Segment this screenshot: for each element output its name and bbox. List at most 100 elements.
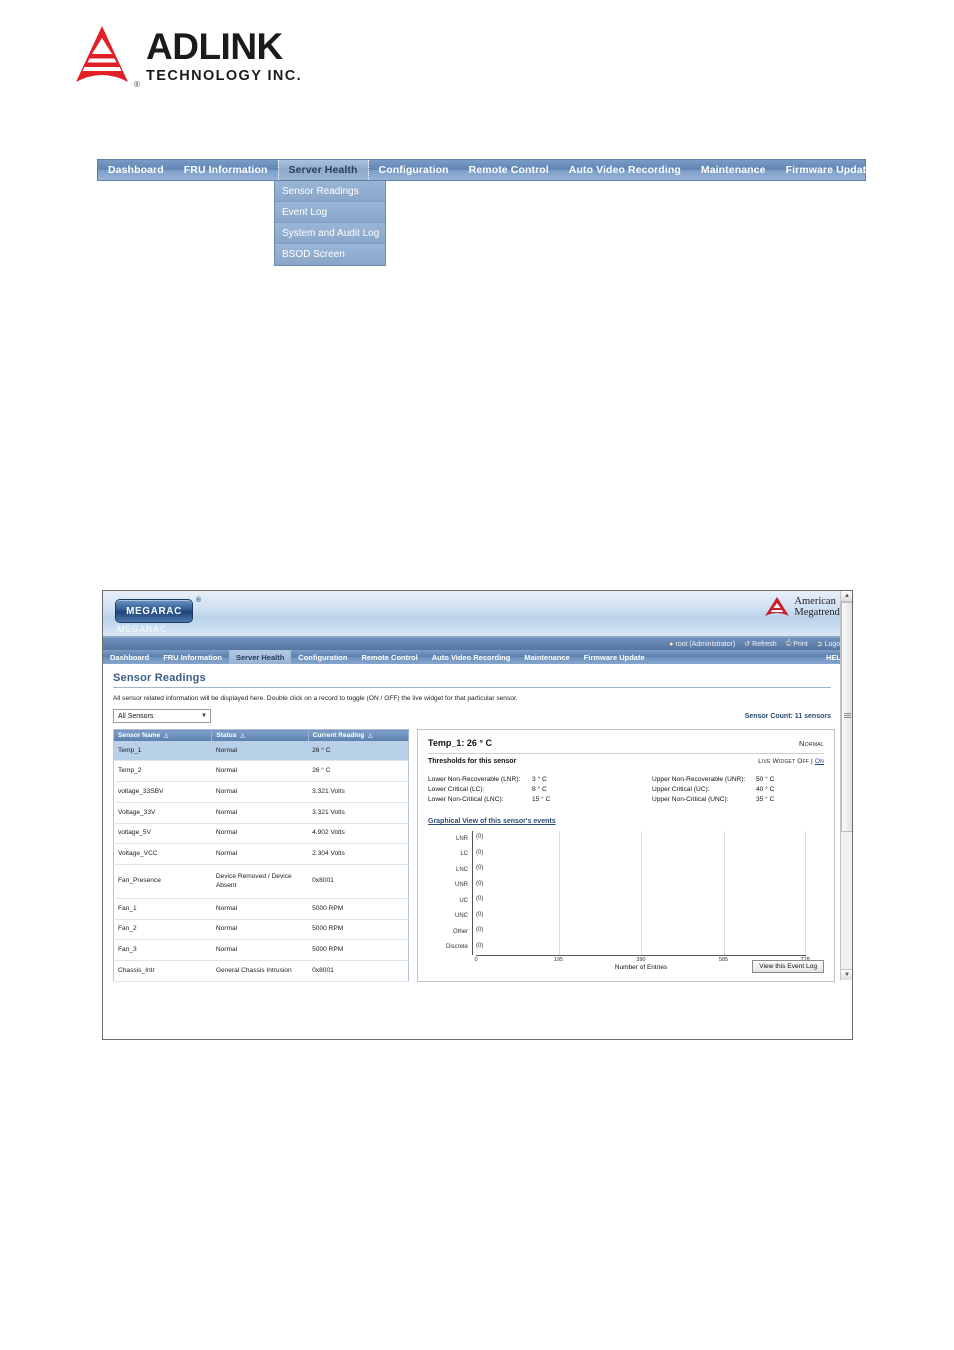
chart-category-label: Discrete bbox=[445, 944, 468, 951]
menu-item-system-and-audit-log[interactable]: System and Audit Log bbox=[275, 223, 385, 244]
vendor-line-2: Megatrends bbox=[794, 607, 844, 619]
cell-sensor-name: Fan_2 bbox=[113, 919, 212, 941]
app-nav-fru-information[interactable]: FRU Information bbox=[156, 650, 229, 664]
menu-item-sensor-readings[interactable]: Sensor Readings bbox=[275, 181, 385, 202]
threshold-uc-value: 40 ° C bbox=[756, 786, 775, 793]
chart-x-tick-label: 0 bbox=[474, 957, 478, 963]
thresholds-label: Thresholds for this sensor bbox=[428, 758, 517, 765]
menu-item-event-log[interactable]: Event Log bbox=[275, 202, 385, 223]
table-row[interactable]: voltage_33SBV Normal 3.321 Volts bbox=[113, 781, 409, 803]
table-row[interactable]: Temp_1 Normal 26 ° C bbox=[113, 741, 409, 762]
table-row[interactable]: Fan_2 Normal 5000 RPM bbox=[113, 919, 409, 941]
app-nav-firmware-update[interactable]: Firmware Update bbox=[577, 650, 652, 664]
cell-sensor-name: Voltage_VCC bbox=[113, 843, 212, 866]
nav-item-fru-information[interactable]: FRU Information bbox=[174, 160, 278, 180]
column-header-current-reading[interactable]: Current Reading △ bbox=[308, 729, 410, 741]
sensor-filter-select[interactable]: All Sensors ▼ bbox=[113, 709, 211, 723]
threshold-lnr: Lower Non-Recoverable (LNR): 3 ° C bbox=[428, 776, 626, 783]
cell-status: Normal bbox=[211, 781, 309, 803]
nav-item-remote-control[interactable]: Remote Control bbox=[459, 160, 559, 180]
thresholds-row: Thresholds for this sensor Live Widget O… bbox=[428, 758, 824, 765]
print-button[interactable]: ⎙ Print bbox=[786, 640, 808, 648]
scrollbar-thumb[interactable] bbox=[841, 602, 852, 832]
chart-value-label: (0) bbox=[476, 880, 484, 887]
chart-rows: LNR (0) LC (0) LNC (0) UNR (0) UC (0) UNC (0) Other (… bbox=[428, 831, 824, 955]
nav-item-firmware-update[interactable]: Firmware Update bbox=[776, 160, 883, 180]
chart-row: UNC (0) bbox=[428, 908, 824, 924]
view-this-event-log-button[interactable]: View this Event Log bbox=[752, 960, 824, 973]
app-nav-server-health[interactable]: Server Health bbox=[228, 650, 292, 664]
app-nav-remote-control[interactable]: Remote Control bbox=[354, 650, 424, 664]
sort-arrow-icon: △ bbox=[368, 733, 373, 739]
cell-reading: 4.902 Volts bbox=[308, 823, 409, 845]
column-header-status[interactable]: Status △ bbox=[211, 729, 309, 741]
table-row[interactable]: Chassis_Intr General Chassis Intrusion 0… bbox=[113, 960, 409, 982]
cell-status: Normal bbox=[211, 823, 309, 845]
table-row[interactable]: Temp_2 Normal 26 ° C bbox=[113, 760, 409, 783]
cell-status: Normal bbox=[211, 802, 309, 824]
table-row[interactable]: voltage_5V Normal 4.902 Volts bbox=[113, 823, 409, 845]
vertical-scrollbar[interactable]: ▲ ▼ bbox=[840, 591, 852, 980]
app-nav-maintenance[interactable]: Maintenance bbox=[517, 650, 576, 664]
nav-item-configuration[interactable]: Configuration bbox=[369, 160, 459, 180]
chart-value-label: (0) bbox=[476, 942, 484, 949]
lower-thresholds: Lower Non-Recoverable (LNR): 3 ° C Lower… bbox=[428, 776, 626, 806]
app-nav-auto-video-recording[interactable]: Auto Video Recording bbox=[425, 650, 518, 664]
brand-tagline: TECHNOLOGY INC. bbox=[146, 68, 303, 84]
american-megatrends-wordmark: American Megatrends bbox=[794, 596, 844, 618]
table-row[interactable]: Fan_Presence Device Removed / Device Abs… bbox=[113, 864, 409, 899]
table-row[interactable]: Fan_1 Normal 5000 RPM bbox=[113, 898, 409, 920]
cell-reading: 5000 RPM bbox=[308, 898, 409, 920]
content-row: Sensor Name△ Status△ Current Reading△ bbox=[113, 729, 835, 982]
brand-name: ADLINK bbox=[146, 26, 283, 67]
cell-status: Normal bbox=[211, 919, 309, 941]
menu-item-bsod-screen[interactable]: BSOD Screen bbox=[275, 244, 385, 265]
cell-reading: 5000 RPM bbox=[308, 939, 409, 962]
live-widget-on-option[interactable]: On bbox=[815, 758, 824, 765]
cell-status: Normal bbox=[211, 741, 309, 762]
nav-item-server-health[interactable]: Server Health bbox=[277, 160, 369, 180]
cell-status: Normal bbox=[211, 939, 309, 962]
page-description: All sensor related information will be d… bbox=[113, 695, 518, 702]
divider bbox=[428, 753, 824, 754]
scroll-down-arrow-icon[interactable]: ▼ bbox=[841, 969, 852, 980]
threshold-unc: Upper Non-Critical (UNC): 35 ° C bbox=[652, 796, 824, 803]
table-row[interactable]: Voltage_VCC Normal 2.304 Volts bbox=[113, 843, 409, 866]
nav-item-dashboard[interactable]: Dashboard bbox=[98, 160, 174, 180]
upper-thresholds: Upper Non-Recoverable (UNR): 50 ° C Uppe… bbox=[626, 776, 824, 806]
table-header-row: Sensor Name △ Status △ Current Reading △ bbox=[113, 729, 410, 741]
chart-category-label: Other bbox=[452, 928, 468, 935]
chart-row: LNC (0) bbox=[428, 862, 824, 878]
sensor-detail-panel: Temp_1: 26 ° C Normal Thresholds for thi… bbox=[417, 729, 835, 982]
threshold-lc: Lower Critical (LC): 8 ° C bbox=[428, 786, 626, 793]
chart-value-label: (0) bbox=[476, 865, 484, 871]
sensor-readings-table: Sensor Name△ Status△ Current Reading△ bbox=[113, 729, 410, 982]
detail-sensor-title: Temp_1: 26 ° C bbox=[428, 738, 492, 748]
table-row[interactable]: Fan_3 Normal 5000 RPM bbox=[113, 939, 409, 962]
figure-navbar: Dashboard FRU Information Server Health … bbox=[97, 159, 872, 181]
threshold-unr-label: Upper Non-Recoverable (UNR): bbox=[652, 776, 746, 783]
nav-figure: Dashboard FRU Information Server Health … bbox=[97, 159, 872, 266]
scroll-up-arrow-icon[interactable]: ▲ bbox=[841, 591, 852, 602]
threshold-lnr-value: 3 ° C bbox=[532, 776, 547, 783]
chart-x-tick-label: 390 bbox=[636, 957, 646, 963]
live-widget-off-option[interactable]: Off bbox=[797, 758, 809, 765]
app-body: Sensor Readings All sensor related infor… bbox=[103, 664, 852, 1039]
table-row[interactable]: Voltage_33V Normal 3.321 Volts bbox=[113, 802, 409, 824]
cell-sensor-name: Fan_Presence bbox=[113, 864, 212, 899]
refresh-button[interactable]: ↺ Refresh bbox=[744, 640, 776, 649]
graph-section-title[interactable]: Graphical View of this sensor's events bbox=[428, 818, 824, 825]
threshold-lnr-label: Lower Non-Recoverable (LNR): bbox=[428, 776, 521, 783]
app-navbar: Dashboard FRU Information Server Health … bbox=[103, 650, 852, 664]
app-nav-dashboard[interactable]: Dashboard bbox=[103, 650, 156, 664]
american-megatrends-logo: American Megatrends bbox=[764, 596, 844, 618]
registered-mark: ® bbox=[134, 80, 140, 89]
nav-item-maintenance[interactable]: Maintenance bbox=[691, 160, 776, 180]
nav-item-auto-video-recording[interactable]: Auto Video Recording bbox=[559, 160, 691, 180]
app-nav-configuration[interactable]: Configuration bbox=[291, 650, 354, 664]
column-header-sensor-name[interactable]: Sensor Name △ bbox=[113, 729, 213, 741]
chart-category-label: UNR bbox=[455, 882, 468, 889]
cell-status: Normal bbox=[211, 760, 309, 783]
threshold-uc-label: Upper Critical (UC): bbox=[652, 786, 710, 793]
threshold-lc-label: Lower Critical (LC): bbox=[428, 786, 485, 793]
